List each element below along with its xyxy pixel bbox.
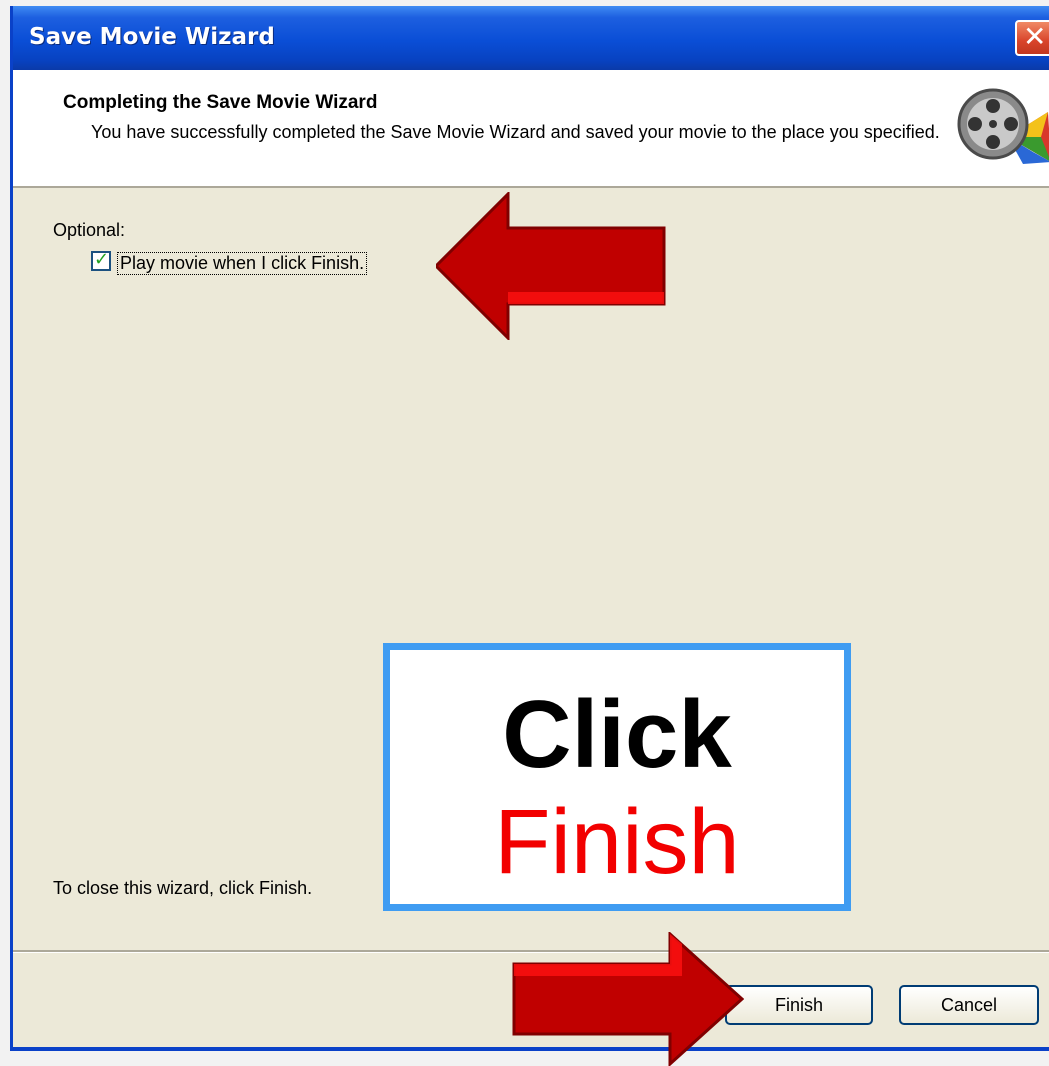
window-title: Save Movie Wizard xyxy=(29,24,275,50)
header-title: Completing the Save Movie Wizard xyxy=(63,92,378,113)
play-movie-checkbox[interactable]: ✓ xyxy=(91,249,111,271)
close-icon: ✕ xyxy=(1023,20,1047,53)
cancel-button[interactable]: Cancel xyxy=(899,985,1039,1025)
callout-line1: Click xyxy=(502,681,732,788)
left-arrow-annotation xyxy=(436,192,666,340)
wizard-header: Completing the Save Movie Wizard You hav… xyxy=(13,70,1049,188)
right-arrow-annotation xyxy=(512,932,744,1066)
optional-label: Optional: xyxy=(53,220,126,240)
header-subtitle: You have successfully completed the Save… xyxy=(91,122,940,142)
close-button[interactable]: ✕ xyxy=(1015,20,1049,56)
finish-button[interactable]: Finish xyxy=(725,985,873,1025)
checkmark-icon: ✓ xyxy=(94,249,110,269)
title-bar[interactable]: Save Movie Wizard ✕ xyxy=(13,6,1049,70)
callout-line2: Finish xyxy=(494,791,740,893)
movie-maker-icon xyxy=(957,88,1049,164)
play-movie-label[interactable]: Play movie when I click Finish. xyxy=(117,252,368,275)
close-instruction-text: To close this wizard, click Finish. xyxy=(53,878,313,898)
click-finish-callout: Click Finish xyxy=(383,643,851,911)
